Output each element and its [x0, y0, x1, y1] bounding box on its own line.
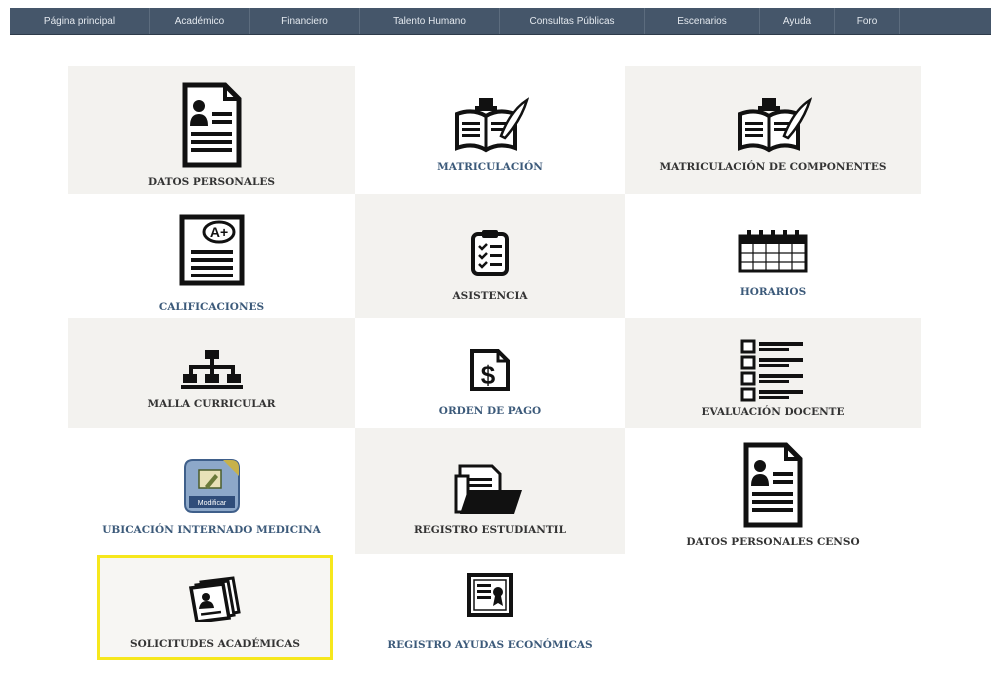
- tile-label: UBICACIÓN INTERNADO MEDICINA: [102, 524, 321, 536]
- tile-label: DATOS PERSONALES CENSO: [686, 536, 860, 548]
- tile-asistencia[interactable]: ASISTENCIA: [355, 194, 625, 318]
- certificate-icon: [466, 572, 514, 623]
- dollar-document-icon: $: [468, 348, 512, 397]
- nav-item-foro[interactable]: Foro: [835, 8, 900, 34]
- document-person-icon: [181, 82, 243, 173]
- checklist-icon: [739, 338, 807, 409]
- edit-app-icon: Modificar: [183, 458, 241, 519]
- tile-evaluacion-docente[interactable]: EVALUACIÓN DOCENTE: [625, 318, 921, 428]
- nav-item-consultas-publicas[interactable]: Consultas Públicas: [500, 8, 645, 34]
- tile-label: MATRICULACIÓN DE COMPONENTES: [659, 161, 887, 173]
- nav-item-escenarios[interactable]: Escenarios: [645, 8, 760, 34]
- tile-label: REGISTRO ESTUDIANTIL: [414, 524, 566, 536]
- document-person-icon: [742, 442, 804, 533]
- tile-orden-pago[interactable]: $ ORDEN DE PAGO: [355, 318, 625, 428]
- tile-label: ORDEN DE PAGO: [438, 405, 542, 417]
- tile-label: REGISTRO AYUDAS ECONÓMICAS: [387, 639, 593, 651]
- tile-label: MALLA CURRICULAR: [147, 398, 276, 410]
- nav-item-ayuda[interactable]: Ayuda: [760, 8, 835, 34]
- tile-label: DATOS PERSONALES: [148, 176, 275, 188]
- dollar-glyph: $: [481, 360, 496, 390]
- nav-item-pagina-principal[interactable]: Página principal: [10, 8, 150, 34]
- tile-horarios[interactable]: HORARIOS: [625, 194, 921, 318]
- tile-label: CALIFICACIONES: [158, 301, 265, 313]
- tile-datos-personales-censo[interactable]: DATOS PERSONALES CENSO: [625, 428, 921, 554]
- tile-malla-curricular[interactable]: MALLA CURRICULAR: [68, 318, 355, 428]
- folder-documents-icon: [452, 462, 528, 521]
- org-chart-icon: [180, 348, 243, 395]
- document-stack-icon: [187, 576, 243, 627]
- tile-matriculacion-componentes[interactable]: MATRICULACIÓN DE COMPONENTES: [625, 66, 921, 194]
- calendar-icon: [737, 228, 809, 279]
- tile-label: EVALUACIÓN DOCENTE: [701, 406, 845, 418]
- tile-solicitudes-academicas[interactable]: SOLICITUDES ACADÉMICAS: [97, 555, 333, 660]
- tile-calificaciones[interactable]: A+ CALIFICACIONES: [68, 194, 355, 318]
- top-navigation: Página principal Académico Financiero Ta…: [10, 8, 991, 35]
- book-quill-icon: [734, 96, 813, 159]
- tile-label: SOLICITUDES ACADÉMICAS: [130, 638, 300, 650]
- graded-document-icon: A+: [179, 214, 245, 291]
- tile-datos-personales[interactable]: DATOS PERSONALES: [68, 66, 355, 194]
- modificar-text: Modificar: [197, 500, 226, 507]
- clipboard-checklist-icon: [470, 228, 510, 281]
- book-quill-icon: [451, 96, 530, 159]
- tile-registro-estudiantil[interactable]: REGISTRO ESTUDIANTIL: [355, 428, 625, 554]
- tile-registro-ayudas[interactable]: REGISTRO AYUDAS ECONÓMICAS: [355, 554, 625, 664]
- nav-item-academico[interactable]: Académico: [150, 8, 250, 34]
- tile-label: HORARIOS: [739, 286, 807, 298]
- grade-text: A+: [209, 224, 227, 240]
- tile-label: MATRICULACIÓN: [437, 161, 543, 173]
- tile-ubicacion-internado[interactable]: Modificar UBICACIÓN INTERNADO MEDICINA: [68, 428, 355, 554]
- nav-item-talento-humano[interactable]: Talento Humano: [360, 8, 500, 34]
- tile-matriculacion[interactable]: MATRICULACIÓN: [355, 66, 625, 194]
- tile-label: ASISTENCIA: [452, 290, 528, 302]
- nav-item-financiero[interactable]: Financiero: [250, 8, 360, 34]
